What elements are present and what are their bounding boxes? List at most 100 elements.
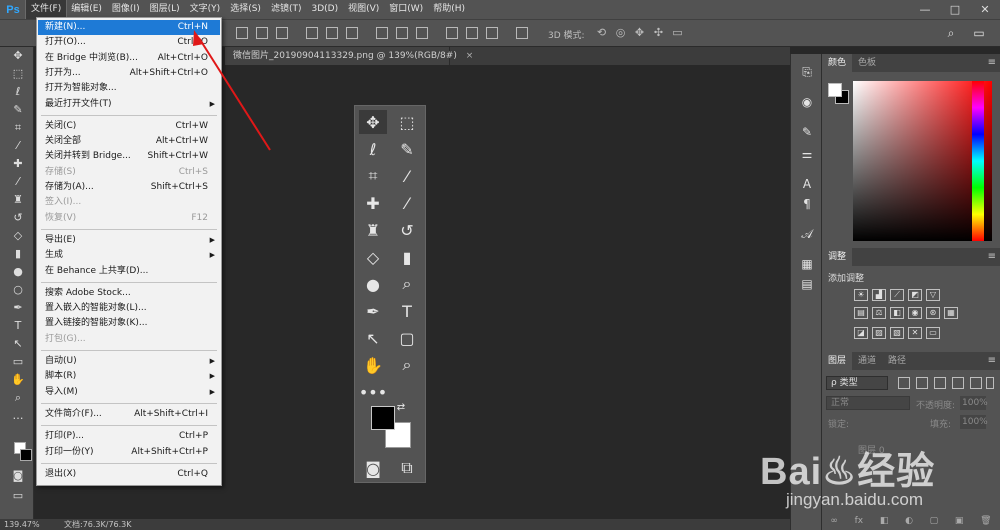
file-menu-item[interactable]: 搜索 Adobe Stock...	[38, 286, 220, 301]
menu-help[interactable]: 帮助(H)	[428, 0, 470, 19]
distribute-top-icon[interactable]	[376, 27, 388, 39]
add-mask-icon[interactable]: ◧	[880, 516, 889, 530]
curves-icon[interactable]: ⟋	[890, 289, 904, 301]
file-menu-item[interactable]: 打开(O)... Ctrl+O	[38, 35, 220, 50]
hand-tool-icon[interactable]: ✋	[11, 373, 25, 387]
3d-roll-icon[interactable]: ◎	[614, 27, 627, 39]
workspace-icon[interactable]: ▭	[972, 26, 986, 40]
eraser-tool-icon[interactable]: ◇	[11, 229, 25, 243]
file-menu-item[interactable]: 导入(M) ▶	[38, 385, 220, 400]
filter-smart-object-icon[interactable]	[970, 377, 982, 389]
move-tool-icon[interactable]: ✥	[11, 49, 25, 63]
file-menu-item[interactable]: 打印一份(Y) Alt+Shift+Ctrl+P	[38, 445, 220, 460]
adjustments-menu-icon[interactable]: ≡	[988, 248, 996, 266]
glyphs-icon[interactable]: 𝒜	[799, 226, 815, 242]
layers-menu-icon[interactable]: ≡	[988, 352, 996, 370]
gradient-map-icon[interactable]: ▭	[926, 327, 940, 339]
align-center-icon[interactable]	[256, 27, 268, 39]
blend-mode-select[interactable]: 正常	[826, 396, 910, 410]
tab-color[interactable]: 颜色	[822, 54, 853, 72]
file-menu-item[interactable]: 最近打开文件(T) ▶	[38, 97, 220, 112]
quick-mask-icon[interactable]: ◙	[11, 469, 25, 483]
history-brush-tool-icon[interactable]: ↺	[11, 211, 25, 225]
panel-menu-icon[interactable]: ≡	[988, 54, 996, 72]
close-tab-icon[interactable]: ×	[466, 47, 474, 65]
zoom-level[interactable]: 139.47%	[4, 519, 40, 530]
file-menu-item[interactable]: 打开为... Alt+Shift+Ctrl+O	[38, 66, 220, 81]
filter-adjustment-icon[interactable]	[916, 377, 928, 389]
filter-toggle-icon[interactable]	[986, 377, 994, 389]
hue-saturation-icon[interactable]: ▤	[854, 307, 868, 319]
character-icon[interactable]: A	[799, 176, 815, 192]
file-menu-item[interactable]: 新建(N)... Ctrl+N	[38, 20, 220, 35]
healing-tool-icon[interactable]: ✚	[11, 157, 25, 171]
3d-slide-icon[interactable]: ✣	[652, 27, 665, 39]
channel-mixer-icon[interactable]: ⊛	[926, 307, 940, 319]
menu-view[interactable]: 视图(V)	[343, 0, 384, 19]
file-menu-item[interactable]: 自动(U) ▶	[38, 354, 220, 369]
filter-shape-icon[interactable]	[952, 377, 964, 389]
quick-select-tool-icon[interactable]: ✎	[11, 103, 25, 117]
file-menu-item[interactable]: 文件简介(F)... Alt+Shift+Ctrl+I	[38, 407, 220, 422]
lasso-tool-icon[interactable]: ℓ	[11, 85, 25, 99]
threshold-icon[interactable]: ▧	[890, 327, 904, 339]
file-menu-item[interactable]: 在 Bridge 中浏览(B)... Alt+Ctrl+O	[38, 51, 220, 66]
app-logo[interactable]: Ps	[0, 0, 26, 19]
brush-settings-icon[interactable]: ✎	[799, 124, 815, 140]
file-menu-item[interactable]: 在 Behance 上共享(D)...	[38, 264, 220, 279]
file-menu-item[interactable]: 打开为智能对象...	[38, 81, 220, 96]
3d-rotate-icon[interactable]: ⟲	[595, 27, 608, 39]
align-right-icon[interactable]	[276, 27, 288, 39]
selective-color-icon[interactable]: ✕	[908, 327, 922, 339]
black-white-icon[interactable]: ◧	[890, 307, 904, 319]
distribute-middle-icon[interactable]	[396, 27, 408, 39]
menu-select[interactable]: 选择(S)	[225, 0, 266, 19]
delete-layer-icon[interactable]: 🗑	[980, 516, 991, 530]
file-menu-item[interactable]: 关闭全部 Alt+Ctrl+W	[38, 134, 220, 149]
opacity-input[interactable]: 100%	[960, 396, 988, 410]
new-group-icon[interactable]: ▢	[930, 516, 939, 530]
maximize-button[interactable]: □	[940, 0, 970, 19]
tab-adjustments[interactable]: 调整	[822, 248, 853, 266]
more-tools-icon[interactable]: …	[11, 409, 25, 423]
document-tab[interactable]: 微信图片_20190904113329.png @ 139%(RGB/8#) ×	[225, 47, 473, 65]
exposure-icon[interactable]: ◩	[908, 289, 922, 301]
crop-tool-icon[interactable]: ⌗	[11, 121, 25, 135]
brush-tool-icon[interactable]: ⁄	[11, 175, 25, 189]
file-menu-item[interactable]: 打印(P)... Ctrl+P	[38, 429, 220, 444]
history-icon[interactable]: ⎘	[799, 64, 815, 80]
search-icon[interactable]: ⌕	[944, 26, 958, 40]
layer-style-icon[interactable]: fx	[855, 516, 864, 530]
align-top-icon[interactable]	[306, 27, 318, 39]
zoom-tool-icon[interactable]: ⌕	[11, 391, 25, 405]
auto-align-icon[interactable]	[516, 27, 528, 39]
new-layer-icon[interactable]: ▣	[955, 516, 964, 530]
menu-filter[interactable]: 滤镜(T)	[266, 0, 307, 19]
path-select-tool-icon[interactable]: ↖	[11, 337, 25, 351]
brightness-contrast-icon[interactable]: ☀	[854, 289, 868, 301]
distribute-center-icon[interactable]	[466, 27, 478, 39]
file-menu-item[interactable]: 置入嵌入的智能对象(L)...	[38, 301, 220, 316]
color-balance-icon[interactable]: ⚖	[872, 307, 886, 319]
dodge-tool-icon[interactable]: ○	[11, 283, 25, 297]
posterize-icon[interactable]: ▨	[872, 327, 886, 339]
clone-stamp-tool-icon[interactable]: ♜	[11, 193, 25, 207]
blur-tool-icon[interactable]: ●	[11, 265, 25, 279]
file-menu-item[interactable]: 导出(E) ▶	[38, 233, 220, 248]
3d-scale-icon[interactable]: ▭	[671, 27, 684, 39]
libraries-icon[interactable]: ▦	[799, 256, 815, 272]
eyedropper-tool-icon[interactable]: ⁄	[11, 139, 25, 153]
distribute-bottom-icon[interactable]	[416, 27, 428, 39]
type-tool-icon[interactable]: T	[11, 319, 25, 333]
properties-icon[interactable]: ◉	[799, 94, 815, 110]
document-info[interactable]: 文档:76.3K/76.3K	[64, 519, 132, 530]
levels-icon[interactable]: ▟	[872, 289, 886, 301]
minimize-button[interactable]: —	[910, 0, 940, 19]
gradient-tool-icon[interactable]: ▮	[11, 247, 25, 261]
tab-channels[interactable]: 通道	[852, 352, 882, 370]
shape-tool-icon[interactable]: ▭	[11, 355, 25, 369]
filter-type-icon[interactable]	[934, 377, 946, 389]
file-menu-item[interactable]: 关闭(C) Ctrl+W	[38, 119, 220, 134]
file-menu-item[interactable]: 置入链接的智能对象(K)...	[38, 316, 220, 331]
close-button[interactable]: ✕	[970, 0, 1000, 19]
